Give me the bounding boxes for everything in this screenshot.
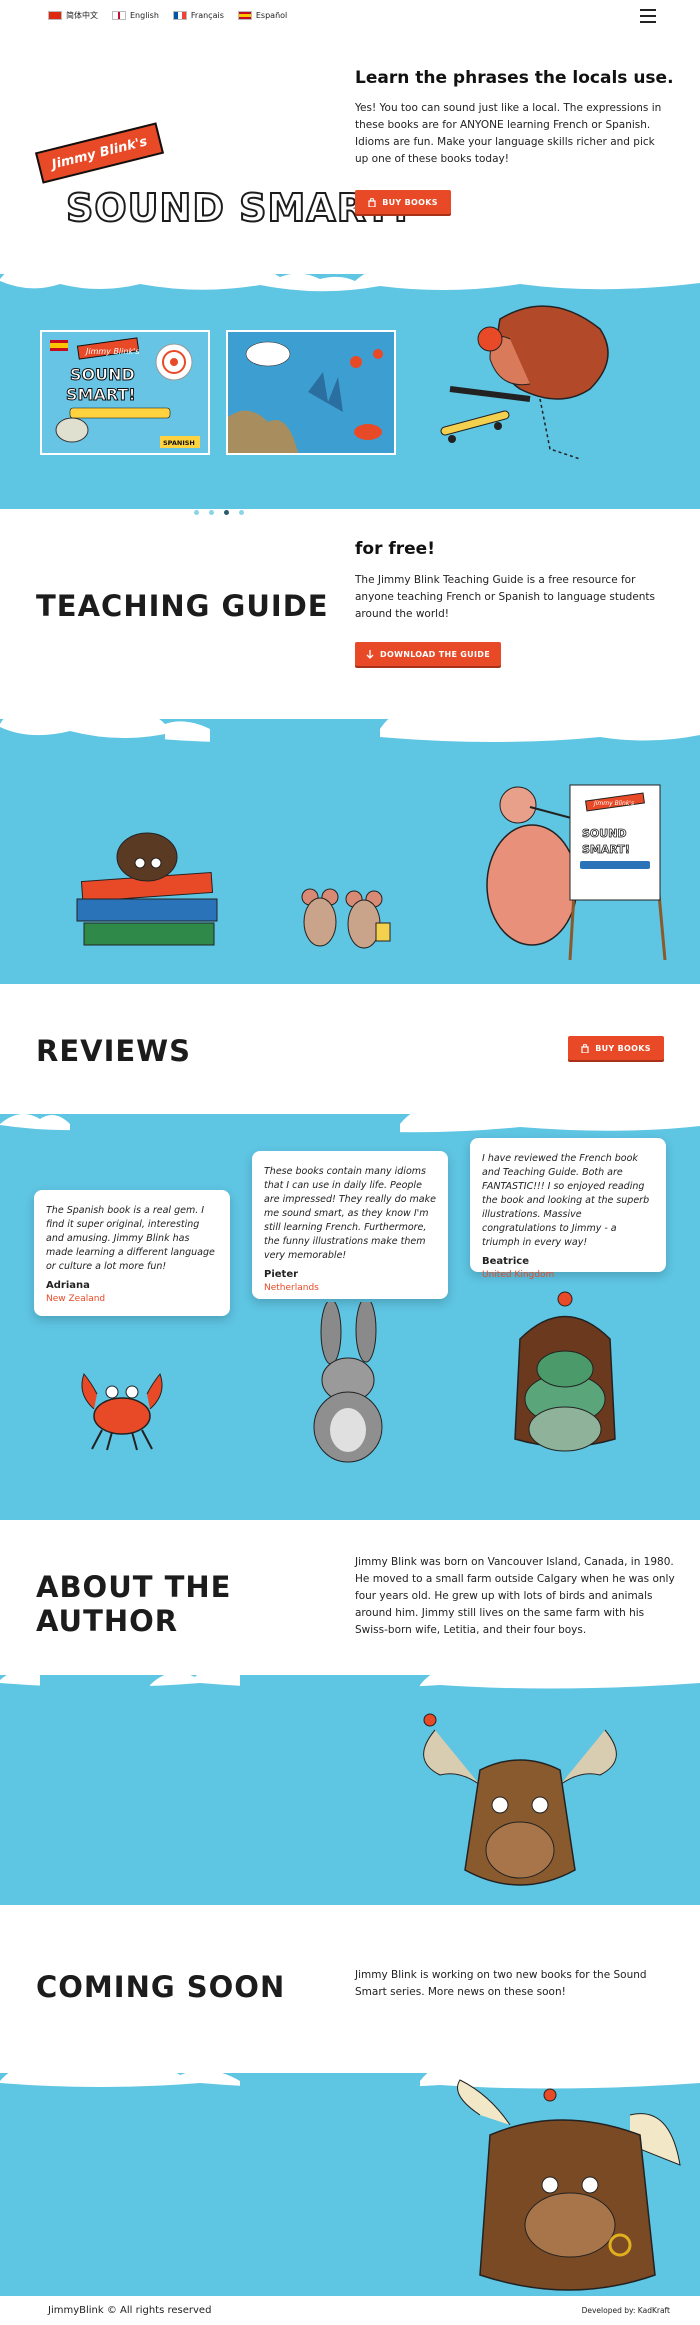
- bag-icon: [581, 1043, 589, 1053]
- review-country: New Zealand: [46, 1294, 106, 1304]
- spain-flag-icon: [237, 11, 252, 20]
- language-french[interactable]: Français: [172, 10, 224, 21]
- hamburger-menu-icon[interactable]: [640, 9, 656, 23]
- coming-soon-section: COMING SOON Jimmy Blink is working on tw…: [0, 1905, 700, 2296]
- footer-copyright: JimmyBlink © All rights reserved: [48, 2305, 212, 2316]
- rabbit-illustration: [313, 1302, 383, 1463]
- bag-icon: [368, 197, 376, 207]
- hero-subtitle: Learn the phrases the locals use.: [355, 68, 674, 88]
- teaching-guide-description: The Jimmy Blink Teaching Guide is a free…: [355, 574, 656, 620]
- bull-illustration: [457, 2079, 681, 2291]
- language-label: 简体中文: [66, 11, 98, 20]
- book-ribbon-text: Jimmy Blink's: [84, 347, 139, 356]
- turtle-illustration: [514, 1291, 616, 1452]
- mice-illustration: [301, 888, 391, 949]
- coming-soon-title: COMING SOON: [36, 1970, 286, 2004]
- moose-illustration: [423, 1713, 617, 1886]
- book-cover-illustration-2[interactable]: [226, 330, 396, 455]
- review-quote: These books contain many idioms that I c…: [264, 1166, 436, 1261]
- review-card: The Spanish book is a real gem. I find i…: [34, 1190, 230, 1316]
- turkey-skateboard-illustration: [440, 305, 609, 460]
- cloud-border: [0, 1652, 700, 1700]
- review-country: Netherlands: [264, 1283, 319, 1293]
- logo-ribbon: Jimmy Blink's: [34, 122, 165, 184]
- reviews-buy-books-button[interactable]: BUY BOOKS: [568, 1036, 664, 1060]
- turkey-teacher-easel-illustration: Jimmy Blink's SOUND SMART!: [486, 784, 667, 961]
- teaching-guide-subtitle: for free!: [355, 539, 435, 559]
- review-card: I have reviewed the French book and Teac…: [470, 1138, 666, 1280]
- language-spanish[interactable]: Español: [237, 10, 288, 21]
- easel-title: SOUND: [582, 827, 627, 840]
- footer: JimmyBlink © All rights reserved Develop…: [0, 2296, 700, 2325]
- uk-flag-icon: [112, 11, 126, 20]
- language-label: Español: [255, 11, 288, 20]
- download-guide-button[interactable]: DOWNLOAD THE GUIDE: [355, 642, 501, 666]
- france-flag-icon: [172, 11, 187, 20]
- footer-developer-link[interactable]: Developed by: KadKraft: [582, 2306, 670, 2315]
- hero-description: Yes! You too can sound just like a local…: [355, 102, 662, 165]
- review-card: These books contain many idioms that I c…: [252, 1151, 448, 1299]
- book-cover-illustration: Jimmy Blink's SOUND SMART! SPANISH: [42, 332, 208, 453]
- language-label: English: [130, 11, 159, 20]
- buy-books-label: BUY BOOKS: [595, 1043, 651, 1053]
- download-guide-label: DOWNLOAD THE GUIDE: [380, 649, 490, 659]
- language-selector: 简体中文 English Français Español: [48, 10, 287, 21]
- reviews-section: REVIEWS BUY BOOKS The Spanish book is a …: [0, 984, 700, 1520]
- review-author: Beatrice: [482, 1256, 530, 1267]
- china-flag-icon: [48, 11, 62, 20]
- language-label: Français: [190, 11, 224, 20]
- teaching-guide-section: TEACHING GUIDE for free! The Jimmy Blink…: [0, 509, 700, 984]
- crab-illustration: [81, 1372, 163, 1451]
- hero-section: Jimmy Blink's SOUND SMART! Learn the phr…: [0, 34, 700, 515]
- book-inner-illustration: [228, 332, 394, 453]
- easel-title-2: SMART!: [582, 843, 630, 856]
- top-nav: 简体中文 English Français Español: [0, 0, 700, 34]
- buy-books-button[interactable]: BUY BOOKS: [355, 190, 451, 214]
- easel-ribbon: Jimmy Blink's: [593, 800, 634, 807]
- book-title-2: SMART!: [66, 385, 136, 404]
- coming-soon-description: Jimmy Blink is working on two new books …: [355, 1969, 647, 1998]
- book-title-1: SOUND: [70, 365, 135, 384]
- review-quote: The Spanish book is a real gem. I find i…: [46, 1205, 215, 1272]
- review-country: United Kingdom: [482, 1270, 555, 1280]
- cloud-border: [0, 694, 700, 749]
- language-chinese[interactable]: 简体中文: [48, 10, 98, 21]
- cloud-border: [0, 1093, 700, 1139]
- review-author: Adriana: [46, 1280, 90, 1291]
- reviews-title: REVIEWS: [36, 1034, 192, 1068]
- language-english[interactable]: English: [112, 10, 159, 21]
- about-section: ABOUT THE AUTHOR Jimmy Blink was born on…: [0, 1520, 700, 1905]
- book-language: SPANISH: [163, 439, 195, 447]
- buy-books-label: BUY BOOKS: [382, 197, 438, 207]
- book-cover-spanish[interactable]: Jimmy Blink's SOUND SMART! SPANISH: [40, 330, 210, 455]
- download-arrow-icon: [366, 649, 374, 659]
- review-quote: I have reviewed the French book and Teac…: [482, 1153, 650, 1248]
- teaching-guide-title: TEACHING GUIDE: [36, 589, 329, 623]
- about-title: ABOUT THE AUTHOR: [36, 1570, 232, 1638]
- review-author: Pieter: [264, 1269, 299, 1280]
- hedgehog-books-illustration: [76, 832, 218, 946]
- about-description: Jimmy Blink was born on Vancouver Island…: [355, 1556, 675, 1636]
